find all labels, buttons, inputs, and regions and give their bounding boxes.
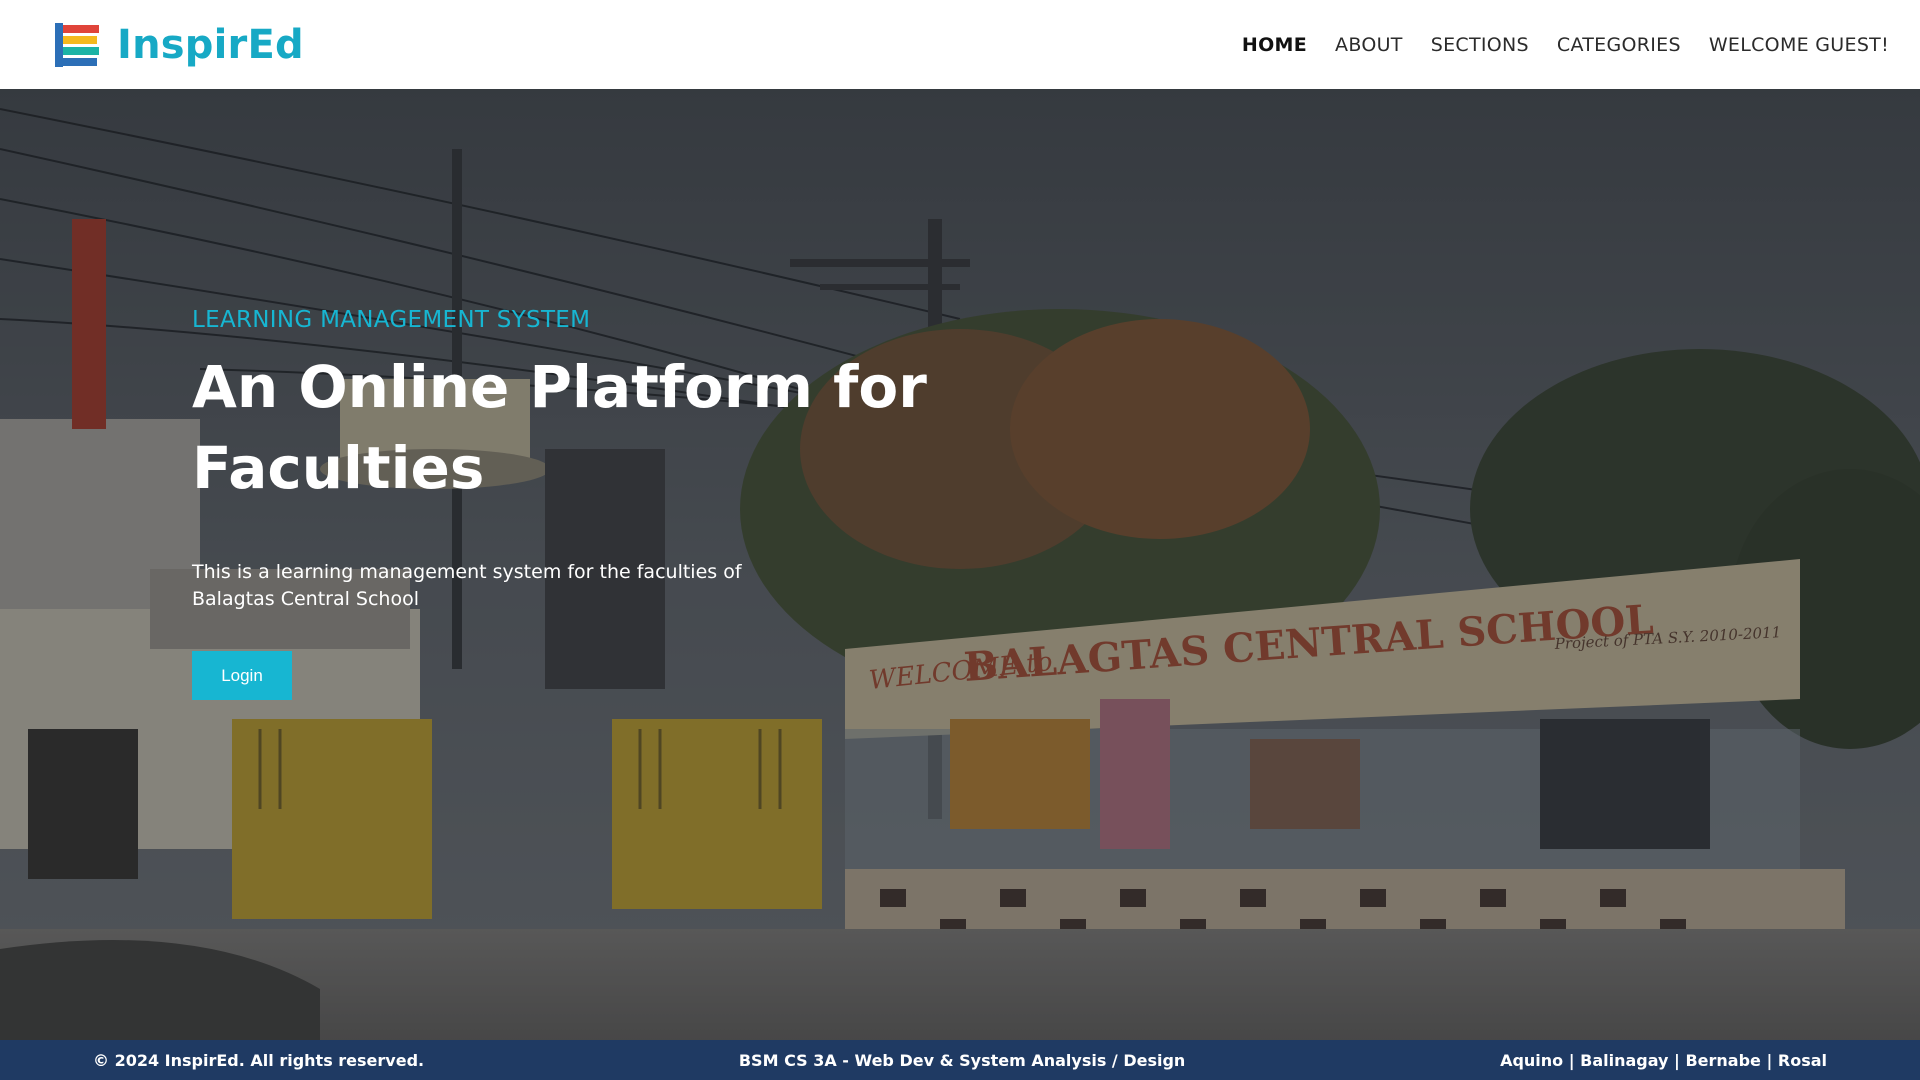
main-nav: HOME ABOUT SECTIONS CATEGORIES WELCOME G… [1242,34,1889,56]
stacked-books-icon [53,22,101,67]
nav-categories[interactable]: CATEGORIES [1557,34,1681,56]
footer-copyright: © 2024 InspirEd. All rights reserved. [93,1050,425,1070]
nav-sections[interactable]: SECTIONS [1431,34,1529,56]
hero-section: WELCOME to BALAGTAS CENTRAL SCHOOL Proje… [0,89,1920,1040]
hero-eyebrow: LEARNING MANAGEMENT SYSTEM [192,307,591,333]
site-header: InspirEd HOME ABOUT SECTIONS CATEGORIES … [0,0,1920,89]
brand[interactable]: InspirEd [53,22,304,68]
hero-headline-line2: Faculties [192,434,485,502]
hero-headline: An Online Platform for Faculties [192,347,932,509]
nav-home[interactable]: HOME [1242,34,1307,56]
nav-about[interactable]: ABOUT [1335,34,1403,56]
hero-headline-line1: An Online Platform for [192,353,927,421]
nav-welcome-guest[interactable]: WELCOME GUEST! [1709,34,1889,56]
hero-description: This is a learning management system for… [192,561,742,610]
brand-name: InspirEd [117,21,304,68]
footer-course: BSM CS 3A - Web Dev & System Analysis / … [738,1050,1186,1070]
hero-content: LEARNING MANAGEMENT SYSTEM An Online Pla… [192,307,932,700]
footer-authors: Aquino | Balinagay | Bernabe | Rosal [1500,1050,1827,1070]
site-footer: © 2024 InspirEd. All rights reserved. BS… [0,1040,1920,1080]
login-button[interactable]: Login [192,651,292,700]
